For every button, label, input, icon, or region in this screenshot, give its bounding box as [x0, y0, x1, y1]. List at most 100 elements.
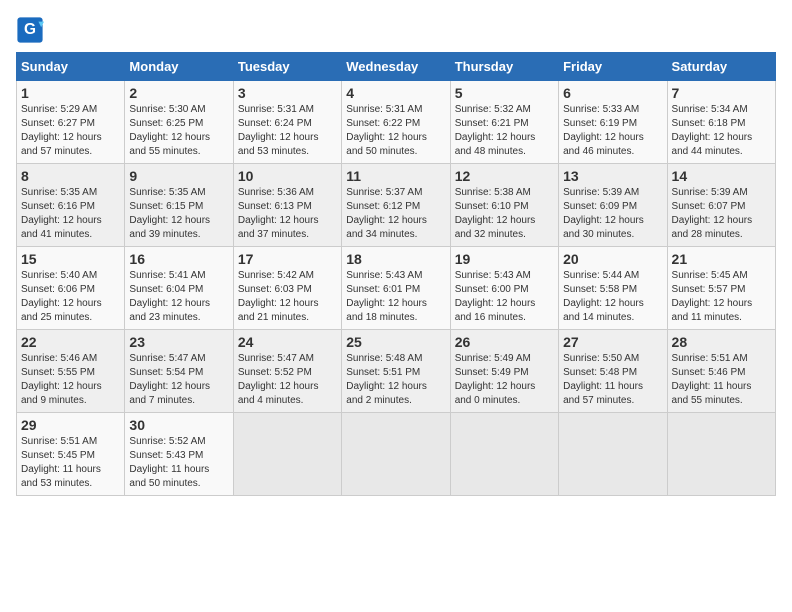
day-info: Sunrise: 5:30 AM Sunset: 6:25 PM Dayligh…	[129, 103, 228, 159]
day-info: Sunrise: 5:37 AM Sunset: 6:12 PM Dayligh…	[346, 186, 445, 242]
calendar-cell: 22 Sunrise: 5:46 AM Sunset: 5:55 PM Dayli…	[17, 330, 125, 413]
day-number: 28	[672, 334, 771, 350]
calendar-cell: 13Sunrise: 5:39 AM Sunset: 6:09 PM Dayli…	[559, 164, 667, 247]
calendar-cell: 29Sunrise: 5:51 AM Sunset: 5:45 PM Dayli…	[17, 413, 125, 496]
week-row-0: 1Sunrise: 5:29 AM Sunset: 6:27 PM Daylig…	[17, 81, 776, 164]
calendar-cell: 2Sunrise: 5:30 AM Sunset: 6:25 PM Daylig…	[125, 81, 233, 164]
page-header: G	[16, 16, 776, 44]
day-number: 30	[129, 417, 228, 433]
day-info: Sunrise: 5:43 AM Sunset: 6:01 PM Dayligh…	[346, 269, 445, 325]
day-info: Sunrise: 5:50 AM Sunset: 5:48 PM Dayligh…	[563, 352, 662, 408]
day-number: 20	[563, 251, 662, 267]
calendar-cell: 20 Sunrise: 5:44 AM Sunset: 5:58 PM Dayli…	[559, 247, 667, 330]
day-number: 4	[346, 85, 445, 101]
header-friday: Friday	[559, 53, 667, 81]
calendar-cell: 25Sunrise: 5:48 AM Sunset: 5:51 PM Dayli…	[342, 330, 450, 413]
header-monday: Monday	[125, 53, 233, 81]
header-thursday: Thursday	[450, 53, 558, 81]
day-number: 22	[21, 334, 120, 350]
day-number: 26	[455, 334, 554, 350]
header-tuesday: Tuesday	[233, 53, 341, 81]
week-row-2: 15 Sunrise: 5:40 AM Sunset: 6:06 PM Dayli…	[17, 247, 776, 330]
calendar-cell: 15 Sunrise: 5:40 AM Sunset: 6:06 PM Dayli…	[17, 247, 125, 330]
calendar-cell	[450, 413, 558, 496]
day-info: Sunrise: 5:44 AM Sunset: 5:58 PM Dayligh…	[563, 269, 662, 325]
calendar-cell: 18Sunrise: 5:43 AM Sunset: 6:01 PM Dayli…	[342, 247, 450, 330]
calendar-cell: 16 Sunrise: 5:41 AM Sunset: 6:04 PM Dayli…	[125, 247, 233, 330]
day-number: 13	[563, 168, 662, 184]
day-info: Sunrise: 5:52 AM Sunset: 5:43 PM Dayligh…	[129, 435, 228, 491]
calendar-cell: 19 Sunrise: 5:43 AM Sunset: 6:00 PM Dayli…	[450, 247, 558, 330]
day-info: Sunrise: 5:41 AM Sunset: 6:04 PM Dayligh…	[129, 269, 228, 325]
calendar-cell: 24 Sunrise: 5:47 AM Sunset: 5:52 PM Dayli…	[233, 330, 341, 413]
day-info: Sunrise: 5:35 AM Sunset: 6:16 PM Dayligh…	[21, 186, 120, 242]
calendar-cell: 1Sunrise: 5:29 AM Sunset: 6:27 PM Daylig…	[17, 81, 125, 164]
day-info: Sunrise: 5:45 AM Sunset: 5:57 PM Dayligh…	[672, 269, 771, 325]
calendar-cell: 5Sunrise: 5:32 AM Sunset: 6:21 PM Daylig…	[450, 81, 558, 164]
calendar-cell: 27 Sunrise: 5:50 AM Sunset: 5:48 PM Dayli…	[559, 330, 667, 413]
calendar-cell: 3 Sunrise: 5:31 AM Sunset: 6:24 PM Daylig…	[233, 81, 341, 164]
calendar-cell: 9 Sunrise: 5:35 AM Sunset: 6:15 PM Daylig…	[125, 164, 233, 247]
calendar-cell	[559, 413, 667, 496]
calendar-cell: 12Sunrise: 5:38 AM Sunset: 6:10 PM Dayli…	[450, 164, 558, 247]
logo-icon: G	[16, 16, 44, 44]
calendar-cell	[233, 413, 341, 496]
calendar-cell: 14 Sunrise: 5:39 AM Sunset: 6:07 PM Dayli…	[667, 164, 775, 247]
week-row-3: 22 Sunrise: 5:46 AM Sunset: 5:55 PM Dayli…	[17, 330, 776, 413]
day-number: 5	[455, 85, 554, 101]
header-saturday: Saturday	[667, 53, 775, 81]
calendar-cell	[342, 413, 450, 496]
header-sunday: Sunday	[17, 53, 125, 81]
day-number: 6	[563, 85, 662, 101]
day-number: 24	[238, 334, 337, 350]
day-number: 15	[21, 251, 120, 267]
day-number: 1	[21, 85, 120, 101]
calendar-cell: 10 Sunrise: 5:36 AM Sunset: 6:13 PM Dayli…	[233, 164, 341, 247]
calendar-cell: 28 Sunrise: 5:51 AM Sunset: 5:46 PM Dayli…	[667, 330, 775, 413]
calendar-cell: 23 Sunrise: 5:47 AM Sunset: 5:54 PM Dayli…	[125, 330, 233, 413]
day-info: Sunrise: 5:46 AM Sunset: 5:55 PM Dayligh…	[21, 352, 120, 408]
day-info: Sunrise: 5:33 AM Sunset: 6:19 PM Dayligh…	[563, 103, 662, 159]
day-info: Sunrise: 5:39 AM Sunset: 6:07 PM Dayligh…	[672, 186, 771, 242]
header-wednesday: Wednesday	[342, 53, 450, 81]
day-info: Sunrise: 5:51 AM Sunset: 5:45 PM Dayligh…	[21, 435, 120, 491]
logo: G	[16, 16, 48, 44]
day-number: 9	[129, 168, 228, 184]
day-number: 8	[21, 168, 120, 184]
calendar-table: SundayMondayTuesdayWednesdayThursdayFrid…	[16, 52, 776, 496]
calendar-cell: 30 Sunrise: 5:52 AM Sunset: 5:43 PM Dayli…	[125, 413, 233, 496]
day-number: 19	[455, 251, 554, 267]
day-info: Sunrise: 5:40 AM Sunset: 6:06 PM Dayligh…	[21, 269, 120, 325]
day-number: 7	[672, 85, 771, 101]
calendar-cell: 4Sunrise: 5:31 AM Sunset: 6:22 PM Daylig…	[342, 81, 450, 164]
day-number: 27	[563, 334, 662, 350]
day-info: Sunrise: 5:43 AM Sunset: 6:00 PM Dayligh…	[455, 269, 554, 325]
day-number: 25	[346, 334, 445, 350]
day-number: 16	[129, 251, 228, 267]
day-info: Sunrise: 5:47 AM Sunset: 5:54 PM Dayligh…	[129, 352, 228, 408]
svg-text:G: G	[24, 21, 36, 38]
day-number: 21	[672, 251, 771, 267]
calendar-cell: 17 Sunrise: 5:42 AM Sunset: 6:03 PM Dayli…	[233, 247, 341, 330]
calendar-cell: 6 Sunrise: 5:33 AM Sunset: 6:19 PM Daylig…	[559, 81, 667, 164]
day-number: 14	[672, 168, 771, 184]
day-info: Sunrise: 5:47 AM Sunset: 5:52 PM Dayligh…	[238, 352, 337, 408]
calendar-cell: 21 Sunrise: 5:45 AM Sunset: 5:57 PM Dayli…	[667, 247, 775, 330]
day-info: Sunrise: 5:42 AM Sunset: 6:03 PM Dayligh…	[238, 269, 337, 325]
calendar-cell: 7Sunrise: 5:34 AM Sunset: 6:18 PM Daylig…	[667, 81, 775, 164]
day-info: Sunrise: 5:49 AM Sunset: 5:49 PM Dayligh…	[455, 352, 554, 408]
calendar-cell: 8 Sunrise: 5:35 AM Sunset: 6:16 PM Daylig…	[17, 164, 125, 247]
day-info: Sunrise: 5:31 AM Sunset: 6:24 PM Dayligh…	[238, 103, 337, 159]
week-row-1: 8 Sunrise: 5:35 AM Sunset: 6:16 PM Daylig…	[17, 164, 776, 247]
day-info: Sunrise: 5:35 AM Sunset: 6:15 PM Dayligh…	[129, 186, 228, 242]
day-number: 10	[238, 168, 337, 184]
day-number: 17	[238, 251, 337, 267]
day-number: 23	[129, 334, 228, 350]
calendar-cell: 11Sunrise: 5:37 AM Sunset: 6:12 PM Dayli…	[342, 164, 450, 247]
day-info: Sunrise: 5:51 AM Sunset: 5:46 PM Dayligh…	[672, 352, 771, 408]
day-number: 12	[455, 168, 554, 184]
day-info: Sunrise: 5:36 AM Sunset: 6:13 PM Dayligh…	[238, 186, 337, 242]
day-number: 3	[238, 85, 337, 101]
week-row-4: 29Sunrise: 5:51 AM Sunset: 5:45 PM Dayli…	[17, 413, 776, 496]
header-row: SundayMondayTuesdayWednesdayThursdayFrid…	[17, 53, 776, 81]
